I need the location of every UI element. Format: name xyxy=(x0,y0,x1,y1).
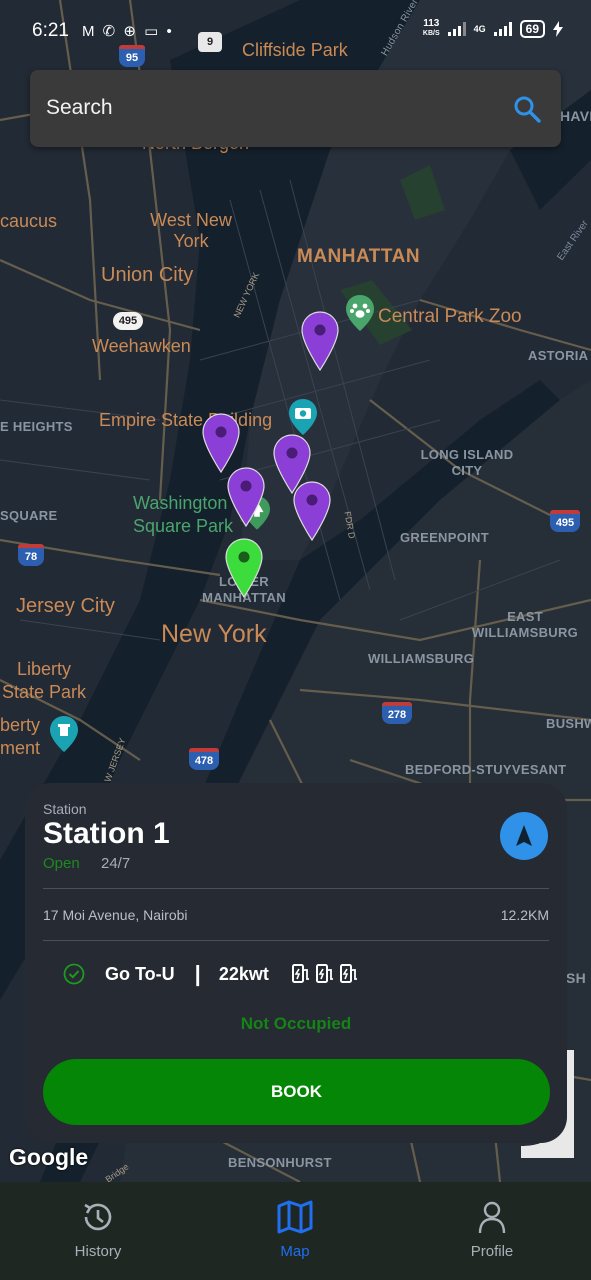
nav-label-map: Map xyxy=(280,1243,310,1260)
nav-item-map[interactable]: Map xyxy=(235,1200,355,1260)
route-495-shield: 495 xyxy=(113,312,143,330)
selected-station-pin[interactable] xyxy=(225,538,263,598)
map-label-have: HAVE xyxy=(560,108,591,124)
navigation-arrow-icon xyxy=(516,825,532,846)
ev-charger-icon xyxy=(339,964,357,983)
nav-label-history: History xyxy=(74,1243,122,1260)
history-icon xyxy=(84,1203,112,1231)
station-kind-label: Station xyxy=(43,801,87,817)
network-type: 4G xyxy=(473,24,486,34)
station-card[interactable]: Station Station 1 Open 24/7 17 Moi Avenu… xyxy=(25,783,567,1143)
net-speed-value: 113 xyxy=(423,18,440,29)
battery-icon: 69 xyxy=(519,20,545,38)
map-label-weehawken: Weehawken xyxy=(92,336,191,356)
station-distance: 12.2KM xyxy=(500,907,549,923)
map-label-east-williamsburg: EAST WILLIAMSBURG xyxy=(471,609,579,640)
map-label-bedford: BEDFORD-STUYVESANT xyxy=(405,762,567,777)
nav-item-profile[interactable]: Profile xyxy=(432,1200,552,1260)
station-pin[interactable] xyxy=(301,311,339,371)
map-label-astoria: ASTORIA xyxy=(528,348,589,363)
station-name: Station 1 xyxy=(43,817,170,850)
check-circle-icon xyxy=(63,963,85,985)
status-time: 6:21 xyxy=(32,20,69,41)
charger-info-row: Go To-U | 22kwt xyxy=(63,961,359,987)
search-icon[interactable] xyxy=(513,95,541,123)
search-bar[interactable] xyxy=(30,70,561,147)
monument-poi-icon[interactable] xyxy=(50,714,78,754)
status-right-group: 113 KB/S 4G 69 xyxy=(423,19,563,39)
network-speed: 113 KB/S xyxy=(423,19,440,39)
map-label-secaucus: caucus xyxy=(0,211,58,231)
map-label-central-park-zoo: Central Park Zoo xyxy=(378,306,522,327)
station-address: 17 Moi Avenue, Nairobi xyxy=(43,907,188,923)
ev-charger-icon xyxy=(315,964,333,983)
map-icon xyxy=(277,1200,313,1234)
map-label-heights: E HEIGHTS xyxy=(0,419,73,434)
nav-item-history[interactable]: History xyxy=(38,1200,158,1260)
divider xyxy=(43,888,549,889)
station-hours: 24/7 xyxy=(101,855,131,872)
plug-icons xyxy=(291,963,359,985)
notification-icons: M ✆ ⊕ ▭ • xyxy=(82,23,174,40)
map-label-bensonhurst: BENSONHURST xyxy=(228,1155,332,1170)
map-label-williamsburg: WILLIAMSBURG xyxy=(368,651,475,666)
map-label-greenpoint: GREENPOINT xyxy=(400,530,489,545)
charging-icon xyxy=(553,21,563,37)
profile-icon xyxy=(478,1201,506,1234)
map-label-liberty-state-park: Liberty State Park xyxy=(1,659,87,702)
map-label-empire-state: Empire State Building xyxy=(99,410,273,430)
map-label-bushwick: BUSHW xyxy=(546,716,591,731)
signal-icon xyxy=(447,22,466,36)
signal-icon-2 xyxy=(493,22,512,36)
station-open-status: Open xyxy=(43,855,80,872)
provider-name: Go To-U xyxy=(105,963,175,984)
occupancy-status: Not Occupied xyxy=(240,1014,352,1033)
ev-charger-icon xyxy=(291,964,309,983)
map-label-west-new-york: West New York xyxy=(150,210,232,251)
interstate-78-shield: 78 xyxy=(18,544,44,566)
map-label-square: SQUARE xyxy=(0,508,58,523)
map-label-manhattan: MANHATTAN xyxy=(297,246,421,267)
map-label-sh: SH xyxy=(566,970,587,986)
status-bar: 6:21 M ✆ ⊕ ▭ • 113 KB/S 4G 69 xyxy=(0,0,591,60)
nav-label-profile: Profile xyxy=(470,1243,514,1260)
search-input[interactable] xyxy=(46,92,486,124)
camera-poi-icon[interactable] xyxy=(289,399,317,435)
map-label-long-island-city: LONG ISLAND CITY xyxy=(420,447,514,478)
interstate-478-shield: 478 xyxy=(189,748,219,770)
power-rating: 22kwt xyxy=(218,963,269,984)
navigate-button[interactable] xyxy=(500,812,548,860)
separator: | xyxy=(194,961,201,986)
net-speed-unit: KB/S xyxy=(422,30,440,37)
bottom-navigation: History Map Profile xyxy=(0,1182,591,1280)
map-label-liberty-monument: berty ment xyxy=(0,715,41,758)
book-button[interactable]: BOOK xyxy=(43,1059,550,1125)
divider xyxy=(43,940,549,941)
station-pin[interactable] xyxy=(227,467,265,527)
map-label-new-york: New York xyxy=(161,620,267,648)
map-label-jersey-city: Jersey City xyxy=(16,595,115,617)
zoo-paw-icon[interactable] xyxy=(346,295,374,331)
station-pin[interactable] xyxy=(202,413,240,473)
interstate-278-shield: 278 xyxy=(382,702,412,724)
station-pin[interactable] xyxy=(293,481,331,541)
interstate-495-shield: 495 xyxy=(550,510,580,532)
map-label-union-city: Union City xyxy=(101,264,194,286)
google-logo: Google xyxy=(9,1144,89,1170)
